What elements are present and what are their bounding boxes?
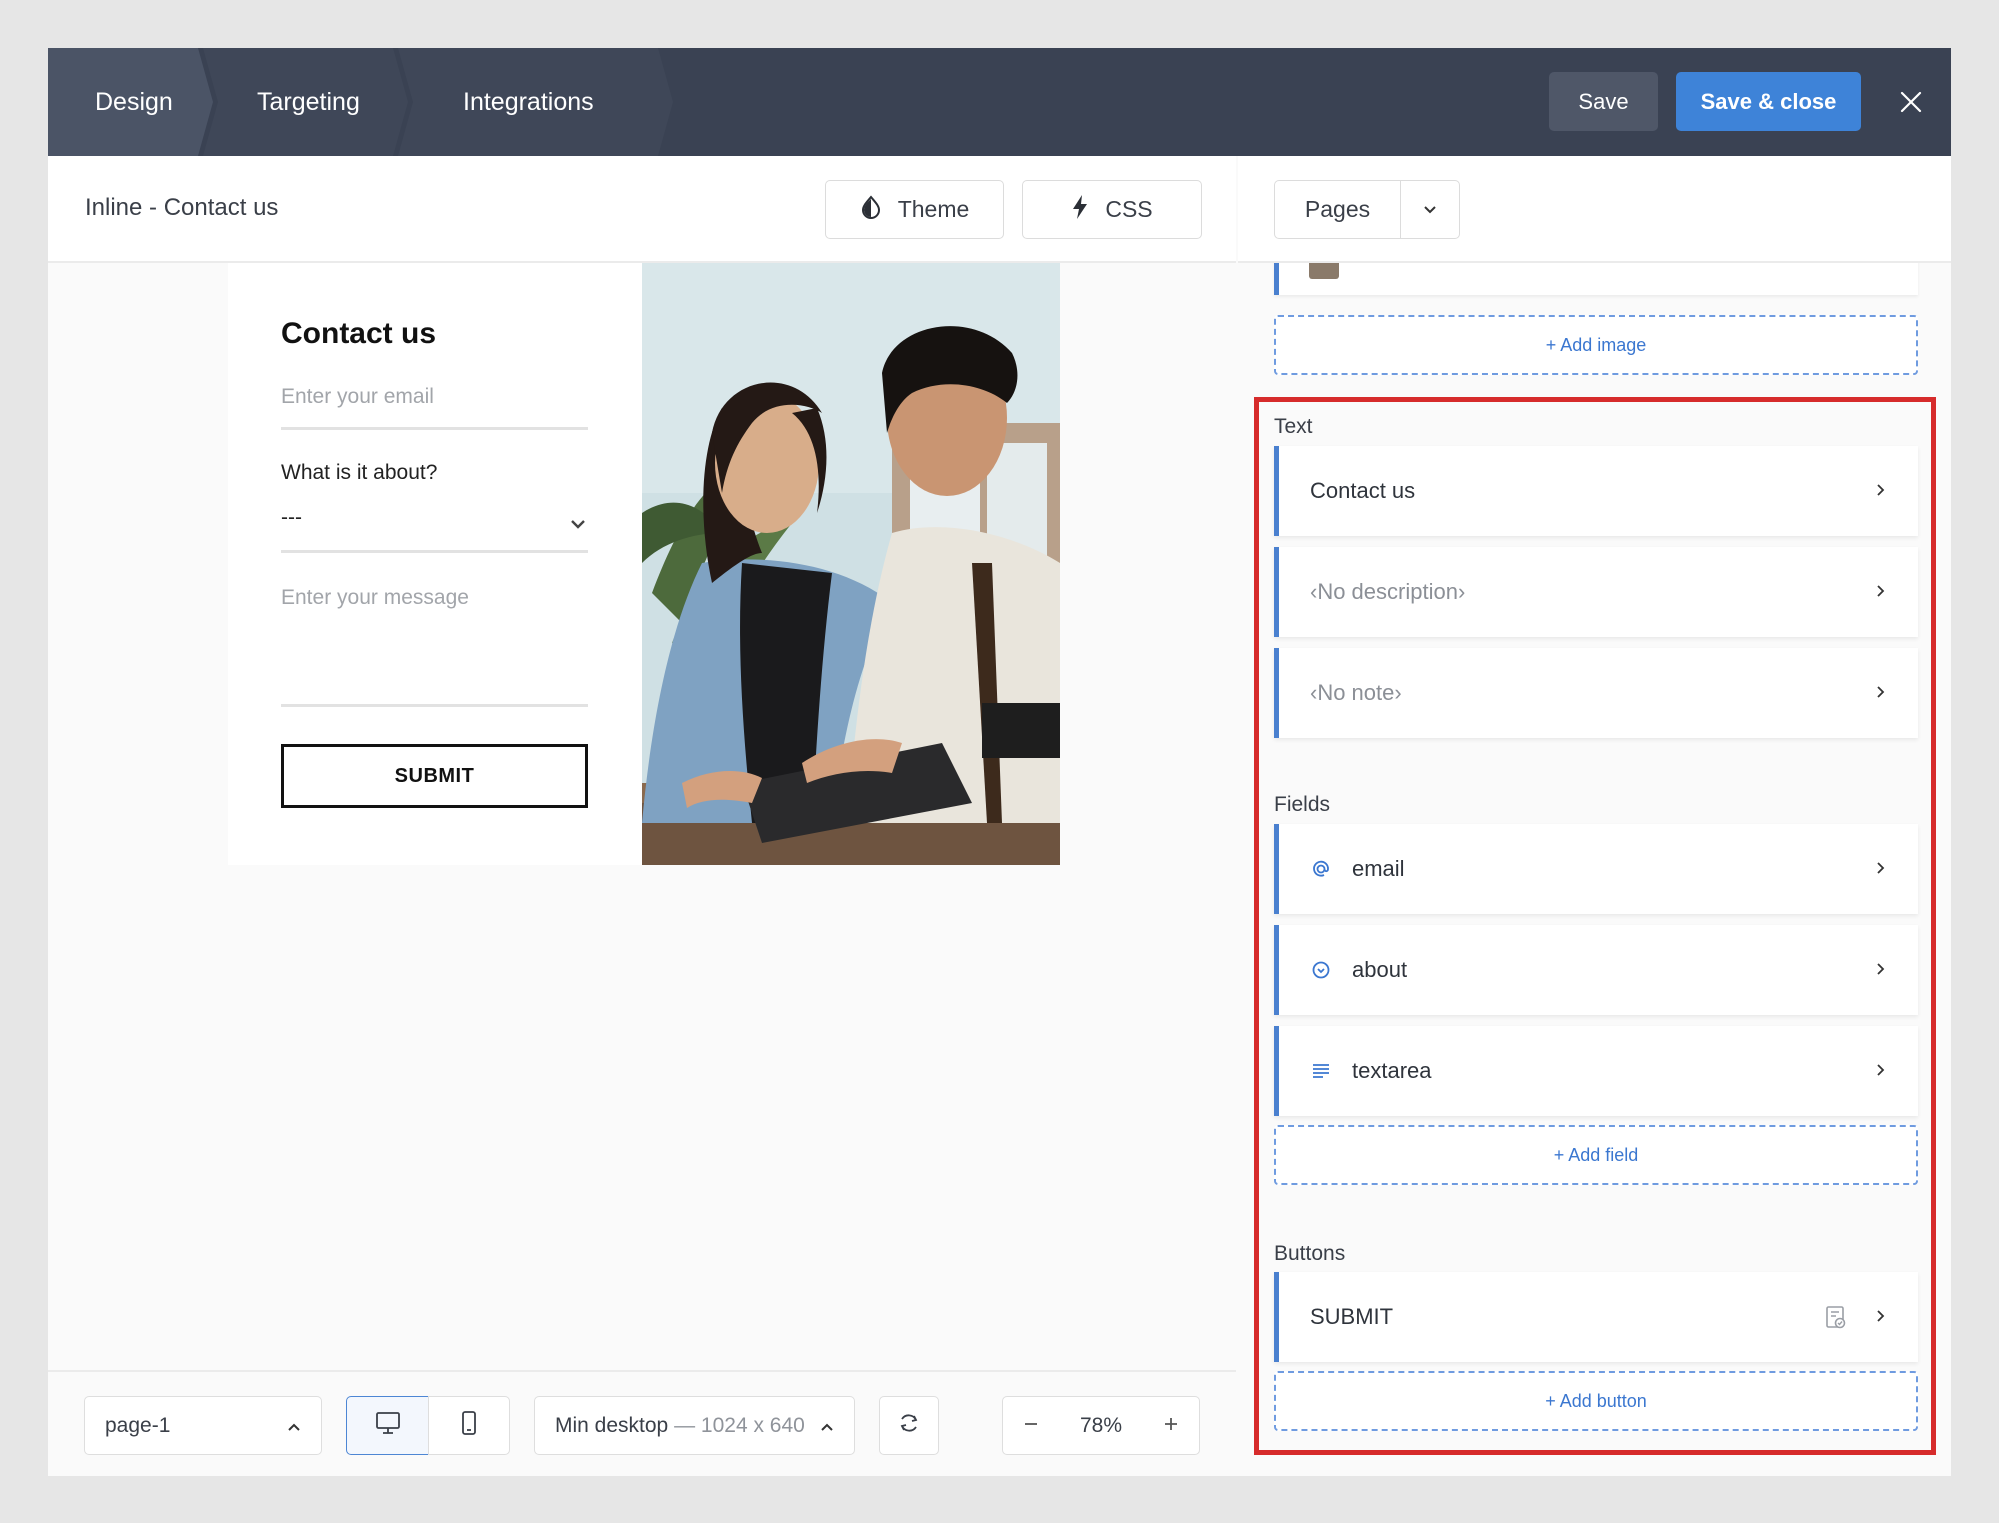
viewport-size-separator: — — [674, 1413, 696, 1437]
chevron-right-icon — [1870, 682, 1890, 702]
fields-section-label: Fields — [1274, 793, 1331, 816]
sidebar-header: Pages — [1238, 156, 1951, 263]
chevron-right-icon — [1870, 858, 1890, 878]
save-and-close-button[interactable]: Save & close — [1676, 72, 1861, 131]
droplet-icon — [860, 194, 882, 225]
button-item-label: SUBMIT — [1310, 1304, 1394, 1329]
desktop-view-button[interactable] — [346, 1396, 429, 1455]
text-item-label: ‹No note› — [1310, 680, 1402, 705]
about-select-value: --- — [281, 506, 302, 529]
close-icon[interactable] — [1893, 84, 1929, 120]
button-item-submit[interactable]: SUBMIT — [1274, 1272, 1918, 1362]
contact-form-preview: Contact us Enter your email What is it a… — [228, 263, 648, 865]
tab-targeting[interactable]: Targeting — [203, 48, 408, 156]
rotate-icon — [896, 1410, 922, 1442]
chevron-right-icon — [1870, 1306, 1890, 1326]
tab-design[interactable]: Design — [48, 48, 213, 156]
form-title: Contact us — [281, 317, 437, 350]
chevron-right-icon — [1870, 480, 1890, 500]
message-field[interactable]: Enter your message — [281, 586, 588, 707]
dropdown-circle-icon — [1310, 959, 1332, 981]
add-image-button[interactable]: + Add image — [1274, 315, 1918, 375]
image-item[interactable] — [1274, 263, 1918, 295]
text-item-description[interactable]: ‹No description› — [1274, 547, 1918, 637]
field-item-email[interactable]: email — [1274, 824, 1918, 914]
rotate-button[interactable] — [879, 1396, 939, 1455]
viewport-size-value: Min desktop — 1024 x 640 — [555, 1414, 805, 1438]
email-field[interactable]: Enter your email — [281, 385, 588, 430]
zoom-out-icon[interactable] — [1023, 1414, 1039, 1438]
about-label: What is it about? — [281, 461, 438, 484]
tab-integrations-label: Integrations — [463, 87, 594, 116]
submit-button[interactable]: SUBMIT — [281, 744, 588, 808]
at-icon — [1310, 858, 1332, 880]
css-button-label: CSS — [1105, 196, 1153, 222]
text-section-label: Text — [1274, 415, 1313, 438]
editor-header: Inline - Contact us Theme CSS — [48, 156, 1236, 263]
tab-design-label: Design — [95, 87, 173, 116]
pages-dropdown[interactable]: Pages — [1274, 180, 1460, 239]
text-item-note[interactable]: ‹No note› — [1274, 648, 1918, 738]
mobile-view-button[interactable] — [428, 1396, 510, 1455]
preview-canvas: Contact us Enter your email What is it a… — [48, 263, 1236, 1370]
theme-button-label: Theme — [897, 196, 970, 222]
phone-icon — [460, 1410, 478, 1442]
image-thumbnail — [1309, 263, 1339, 279]
page-title: Inline - Contact us — [85, 194, 279, 221]
zoom-control: 78% — [1002, 1396, 1200, 1455]
add-button-button[interactable]: + Add button — [1274, 1371, 1918, 1431]
theme-button[interactable]: Theme — [825, 180, 1004, 239]
bolt-icon — [1071, 194, 1089, 226]
field-item-about[interactable]: about — [1274, 925, 1918, 1015]
tab-integrations[interactable]: Integrations — [398, 48, 673, 156]
buttons-section-label: Buttons — [1274, 1242, 1346, 1265]
about-select[interactable]: --- — [281, 506, 588, 553]
form-submit-icon — [1824, 1305, 1848, 1331]
chevron-up-icon — [287, 1414, 301, 1438]
editor-panel: Inline - Contact us Theme CSS Contact us… — [48, 156, 1236, 1476]
text-item-title[interactable]: Contact us — [1274, 446, 1918, 536]
lines-icon — [1310, 1060, 1332, 1082]
field-item-textarea[interactable]: textarea — [1274, 1026, 1918, 1116]
pages-label: Pages — [1275, 181, 1401, 238]
zoom-in-icon[interactable] — [1163, 1414, 1179, 1438]
chevron-down-icon — [570, 512, 586, 550]
monitor-icon — [375, 1410, 401, 1442]
top-bar: Design Targeting Integrations Save Save … — [48, 48, 1951, 156]
field-item-label: about — [1352, 957, 1408, 982]
chevron-up-icon — [820, 1414, 834, 1438]
form-image — [642, 263, 1060, 865]
tab-targeting-label: Targeting — [257, 87, 360, 116]
text-item-label: ‹No description› — [1310, 579, 1466, 604]
chevron-right-icon — [1870, 1060, 1890, 1080]
app-window: Design Targeting Integrations Save Save … — [48, 48, 1951, 1476]
page-select[interactable]: page-1 — [84, 1396, 322, 1455]
page-select-value: page-1 — [105, 1413, 171, 1437]
text-item-label: Contact us — [1310, 478, 1416, 503]
structure-sidebar: Pages + Add image Text Contact us ‹No de… — [1238, 156, 1951, 1476]
save-button[interactable]: Save — [1549, 72, 1658, 131]
viewport-size-select[interactable]: Min desktop — 1024 x 640 — [534, 1396, 855, 1455]
field-item-label: textarea — [1352, 1058, 1432, 1083]
field-item-label: email — [1352, 856, 1405, 881]
zoom-level: 78% — [1079, 1413, 1123, 1437]
chevron-right-icon — [1870, 581, 1890, 601]
chevron-right-icon — [1870, 959, 1890, 979]
chevron-down-icon[interactable] — [1401, 205, 1459, 215]
css-button[interactable]: CSS — [1022, 180, 1202, 239]
viewport-size-label: Min desktop — [555, 1413, 669, 1437]
editor-footer: page-1 Min desktop — 1024 x 640 78% — [48, 1370, 1236, 1476]
add-field-button[interactable]: + Add field — [1274, 1125, 1918, 1185]
viewport-size-dims: 1024 x 640 — [700, 1413, 805, 1437]
sidebar-scroll-area: + Add image Text Contact us ‹No descript… — [1238, 263, 1951, 1476]
